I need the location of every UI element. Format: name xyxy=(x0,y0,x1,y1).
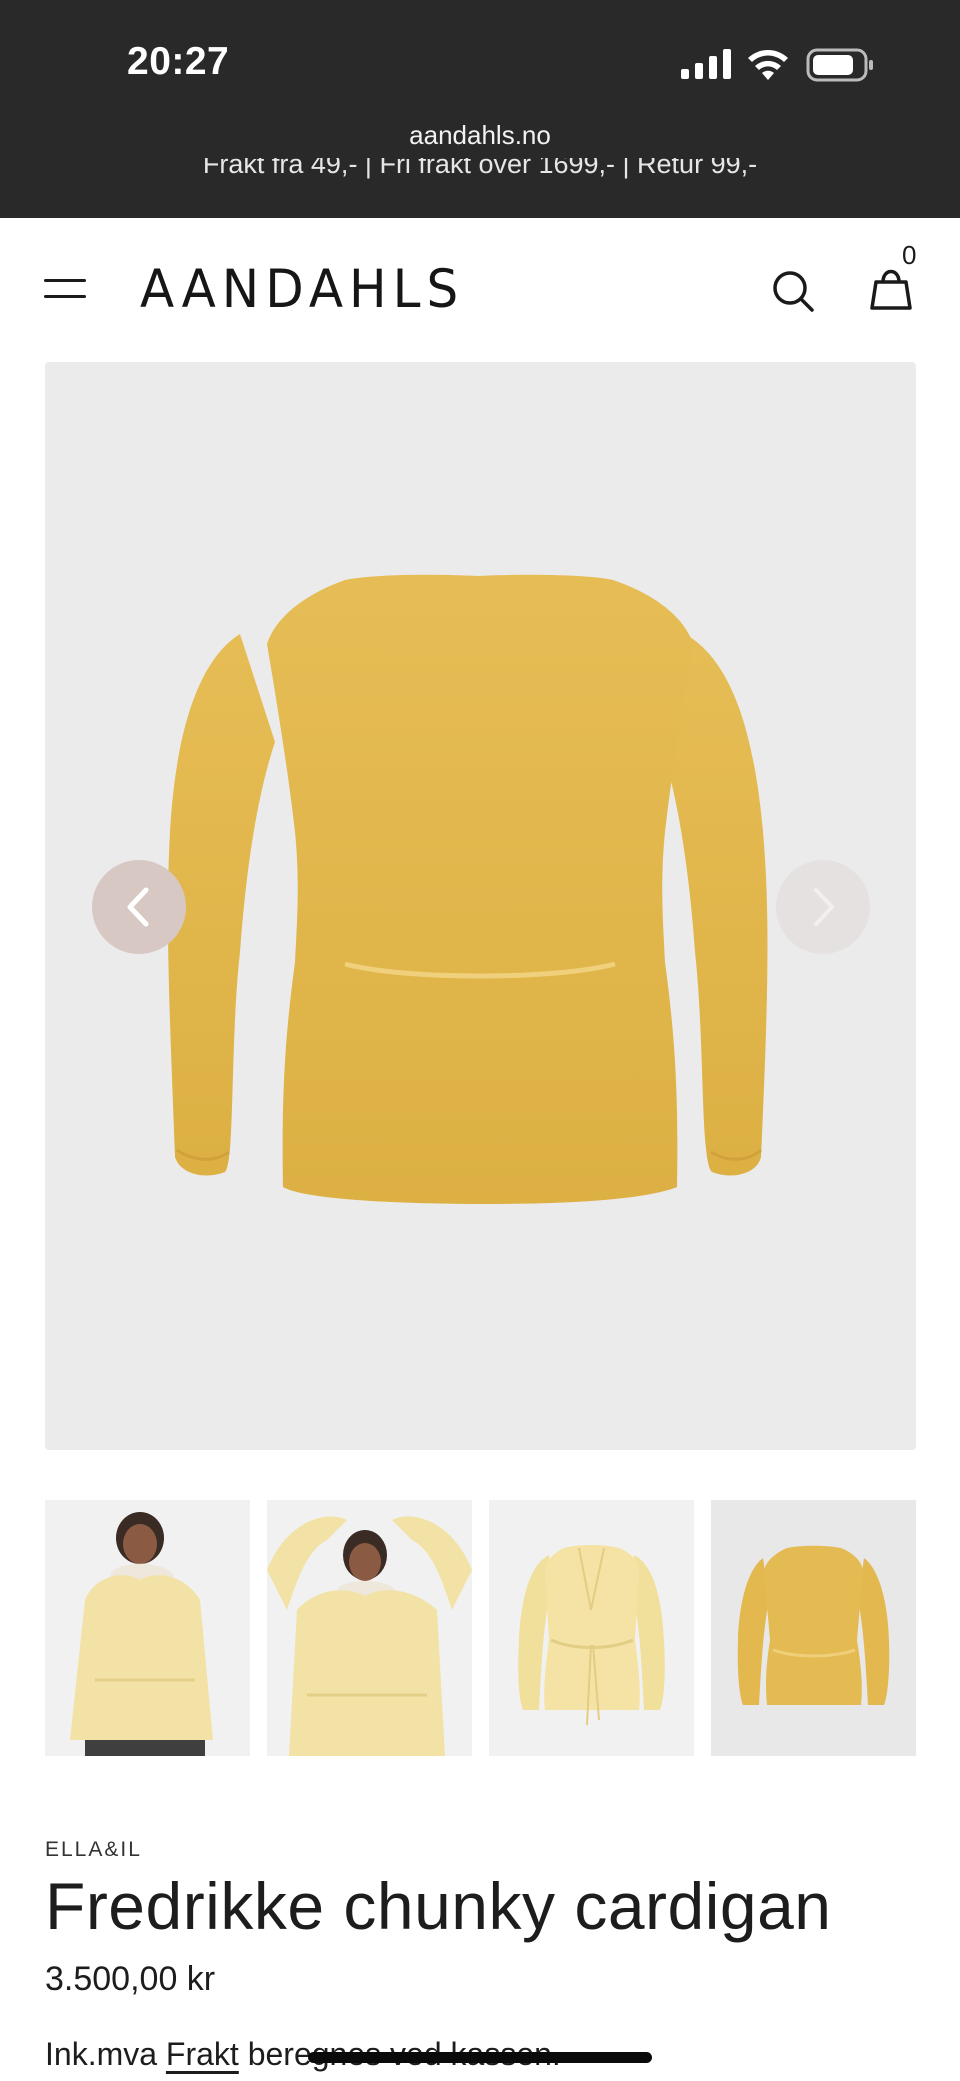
thumbnail-image xyxy=(267,1516,472,1756)
site-header: AANDAHLS 0 xyxy=(0,218,960,358)
tax-prefix: Ink.mva xyxy=(45,2036,158,2072)
address-bar-url[interactable]: aandahls.no xyxy=(0,120,960,151)
home-indicator[interactable] xyxy=(308,2052,652,2063)
promo-banner: Frakt fra 49,- | Fri frakt over 1699,- |… xyxy=(0,158,960,186)
gallery-next-button[interactable] xyxy=(776,860,870,954)
shopping-bag-icon[interactable] xyxy=(866,264,916,314)
product-brand[interactable]: ELLA&IL xyxy=(45,1838,142,1862)
thumbnail-cardigan-front[interactable] xyxy=(489,1500,694,1756)
thumbnail-image xyxy=(70,1512,213,1756)
gallery-prev-button[interactable] xyxy=(92,860,186,954)
menu-icon[interactable] xyxy=(44,276,90,302)
chevron-right-icon xyxy=(814,888,834,926)
thumbnail-image xyxy=(518,1545,665,1726)
thumbnail-model-front[interactable] xyxy=(45,1500,250,1756)
chevron-left-icon xyxy=(127,887,149,927)
status-time: 20:27 xyxy=(127,40,230,83)
wifi-icon xyxy=(748,50,788,80)
product-price: 3.500,00 kr xyxy=(45,1960,216,1998)
promo-banner-text: Frakt fra 49,- | Fri frakt over 1699,- |… xyxy=(202,158,758,179)
site-logo[interactable]: AANDAHLS xyxy=(140,259,464,320)
shipping-info-link[interactable]: Frakt xyxy=(166,2036,239,2072)
browser-top-bar: 20:27 aandahls.no Frakt fra 49,- | Fri f… xyxy=(0,0,960,218)
thumbnail-strip xyxy=(45,1500,916,1756)
thumbnail-model-arms-raised[interactable] xyxy=(267,1500,472,1756)
battery-icon xyxy=(806,48,873,82)
product-title: Fredrikke chunky cardigan xyxy=(45,1869,832,1943)
cellular-signal-icon xyxy=(681,49,731,79)
thumbnail-cardigan-back[interactable] xyxy=(711,1500,916,1756)
search-icon[interactable] xyxy=(770,268,816,314)
thumbnail-image xyxy=(737,1545,890,1705)
cart-count-badge: 0 xyxy=(902,240,917,270)
